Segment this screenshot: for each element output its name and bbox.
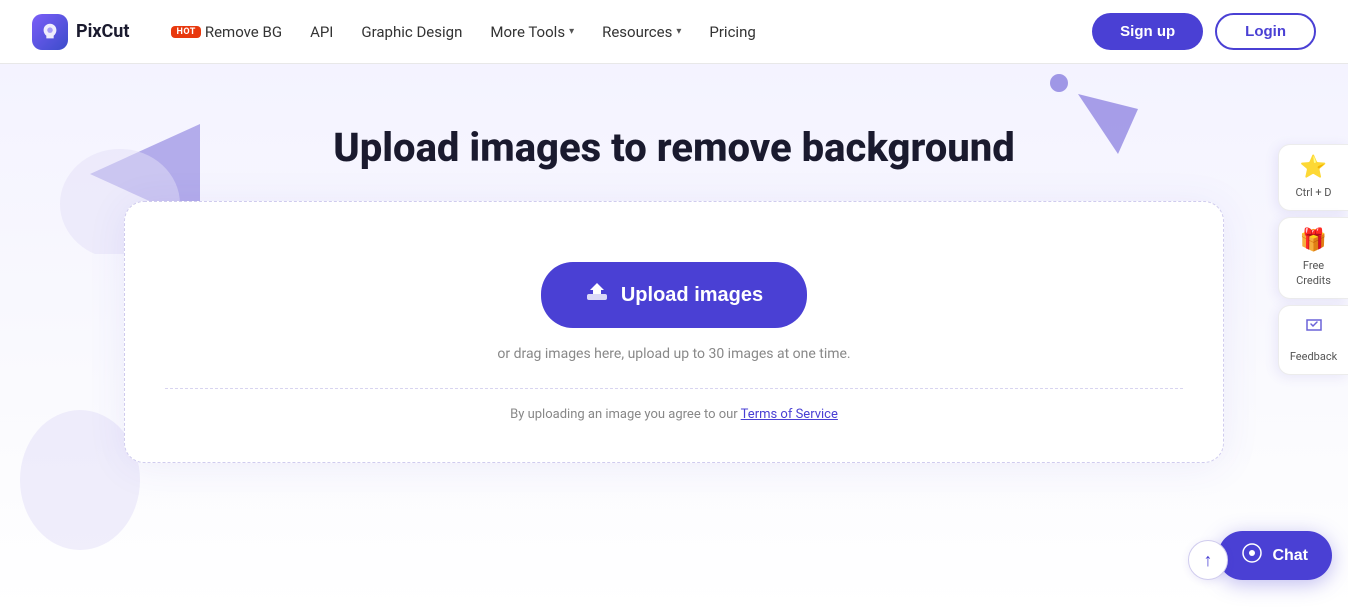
chat-icon xyxy=(1242,543,1262,568)
upload-button-label: Upload images xyxy=(621,284,763,307)
decorative-bottom-left-shape xyxy=(20,410,140,550)
chat-button-label: Chat xyxy=(1272,547,1308,565)
nav-resources[interactable]: Resources ▾ xyxy=(588,0,695,64)
logo-icon xyxy=(32,14,68,50)
login-button[interactable]: Login xyxy=(1215,13,1316,50)
sidebar-widgets: ⭐ Ctrl + D 🎁 Free Credits Feedback xyxy=(1278,144,1348,381)
resources-chevron-icon: ▾ xyxy=(676,26,681,37)
star-icon: ⭐ xyxy=(1300,155,1327,180)
nav-resources-label: Resources xyxy=(602,23,672,41)
decorative-dot xyxy=(1050,74,1068,92)
nav-more-tools-label: More Tools xyxy=(490,23,565,41)
nav-api-label: API xyxy=(310,23,333,41)
nav-api[interactable]: API xyxy=(296,0,347,64)
nav-pricing[interactable]: Pricing xyxy=(695,0,769,64)
hero-section: Upload images to remove background Uploa… xyxy=(0,64,1348,610)
upload-subtitle: or drag images here, upload up to 30 ima… xyxy=(497,346,850,362)
nav-graphic-design-label: Graphic Design xyxy=(361,23,462,41)
terms-text: By uploading an image you agree to our T… xyxy=(510,407,838,422)
widget-feedback[interactable]: Feedback xyxy=(1278,305,1348,375)
upload-divider xyxy=(165,388,1183,389)
signup-button[interactable]: Sign up xyxy=(1092,13,1203,50)
decorative-right-triangle xyxy=(1068,84,1148,164)
chat-button[interactable]: Chat xyxy=(1218,531,1332,580)
arrow-up-icon: ↑ xyxy=(1204,550,1213,571)
scroll-up-button[interactable]: ↑ xyxy=(1188,540,1228,580)
upload-images-button[interactable]: Upload images xyxy=(541,262,807,328)
navbar: PixCut HOT Remove BG API Graphic Design … xyxy=(0,0,1348,64)
widget-feedback-label: Feedback xyxy=(1290,350,1337,364)
widget-bookmark-label: Ctrl + D xyxy=(1295,186,1331,200)
nav-graphic-design[interactable]: Graphic Design xyxy=(347,0,476,64)
logo-text: PixCut xyxy=(76,21,129,42)
upload-icon xyxy=(585,280,609,310)
terms-link[interactable]: Terms of Service xyxy=(741,407,838,422)
feedback-icon xyxy=(1303,316,1325,344)
nav-more-tools[interactable]: More Tools ▾ xyxy=(476,0,588,64)
widget-bookmark[interactable]: ⭐ Ctrl + D xyxy=(1278,144,1348,211)
remove-bg-badge: HOT xyxy=(171,26,200,38)
logo[interactable]: PixCut xyxy=(32,14,129,50)
nav-remove-bg-label: Remove BG xyxy=(205,23,282,41)
gift-icon: 🎁 xyxy=(1300,228,1327,253)
hero-title: Upload images to remove background xyxy=(333,124,1015,171)
upload-box: Upload images or drag images here, uploa… xyxy=(124,201,1224,463)
widget-free-credits-label: Free Credits xyxy=(1285,259,1342,288)
nav-remove-bg[interactable]: HOT Remove BG xyxy=(157,0,296,64)
nav-pricing-label: Pricing xyxy=(709,23,755,41)
more-tools-chevron-icon: ▾ xyxy=(569,26,574,37)
widget-free-credits[interactable]: 🎁 Free Credits xyxy=(1278,217,1348,299)
